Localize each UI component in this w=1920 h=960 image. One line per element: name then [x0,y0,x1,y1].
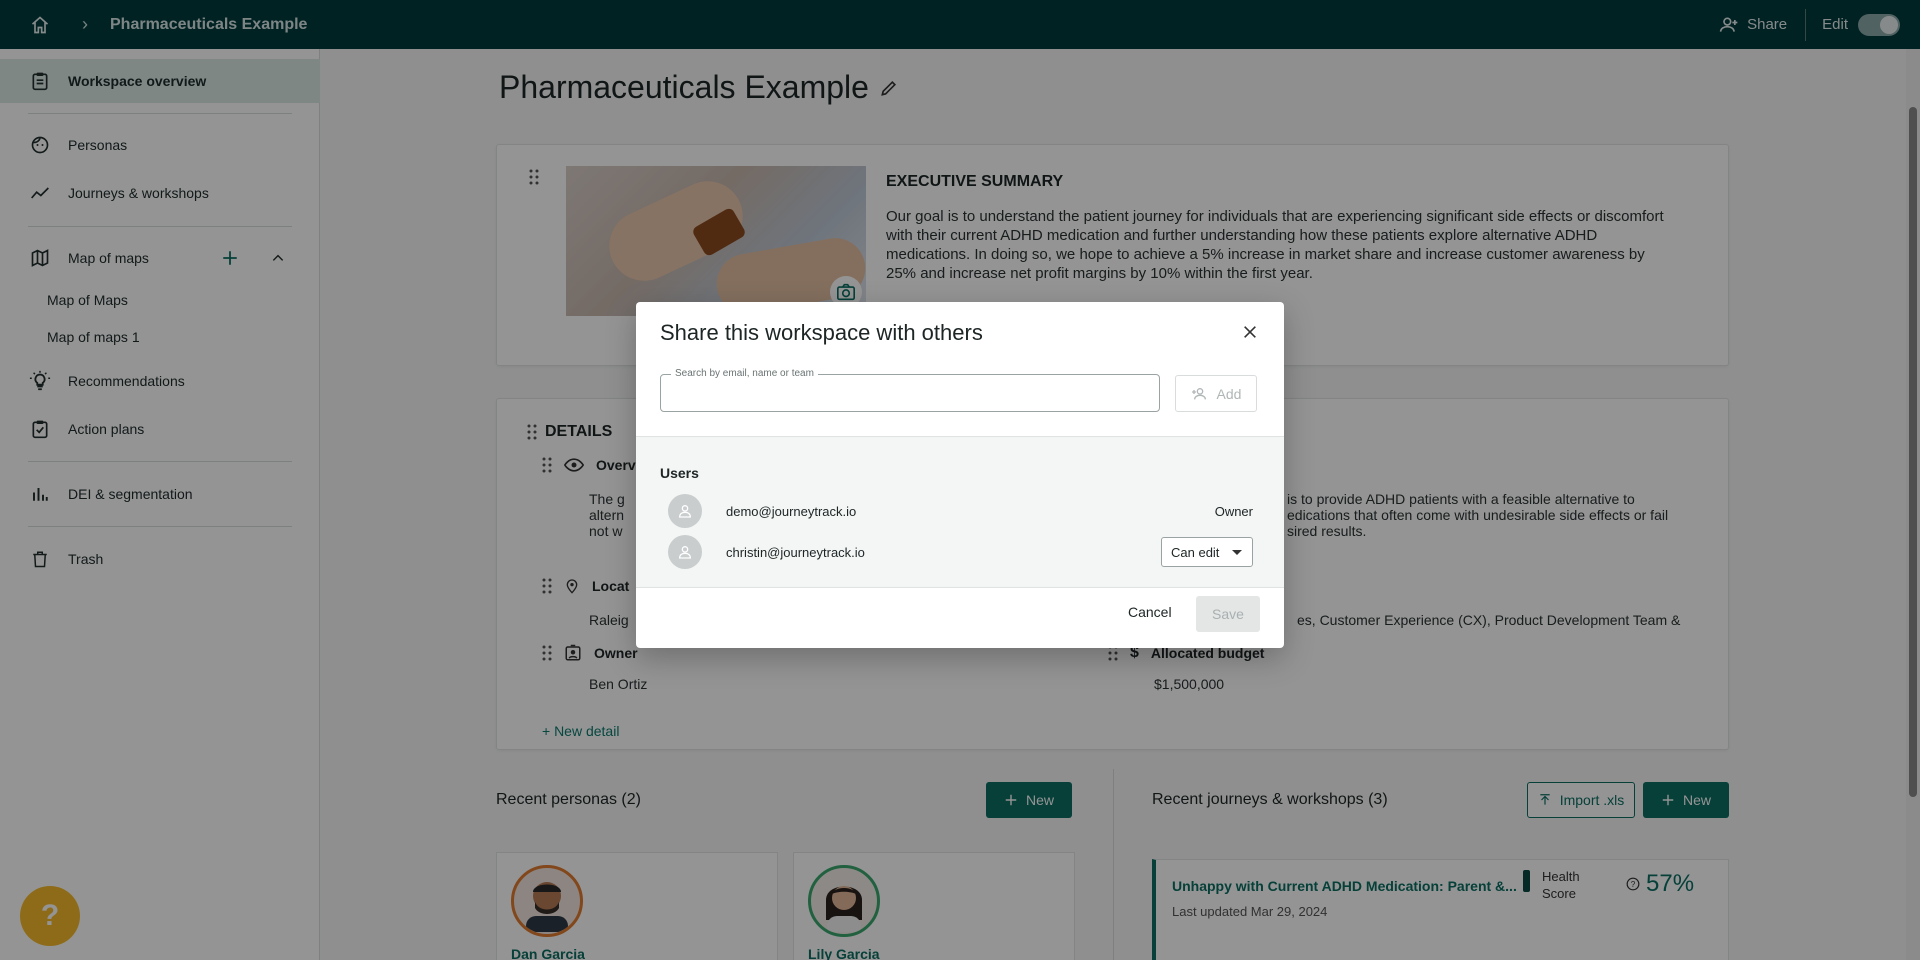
user-email: demo@journeytrack.io [726,503,857,519]
chevron-down-icon [1232,550,1242,555]
search-field: Search by email, name or team [660,368,1160,412]
cancel-button[interactable]: Cancel [1128,604,1172,620]
user-email: christin@journeytrack.io [726,544,865,560]
role-select-value: Can edit [1171,544,1220,560]
user-row: demo@journeytrack.io Owner [668,494,1268,528]
avatar [668,535,702,569]
user-row: christin@journeytrack.io Can edit [668,535,1268,569]
add-button[interactable]: Add [1175,375,1257,412]
search-input[interactable] [661,375,1159,411]
users-heading: Users [660,465,699,481]
avatar [668,494,702,528]
save-button[interactable]: Save [1196,596,1260,632]
person-icon [678,505,692,518]
share-dialog: Share this workspace with others Search … [636,302,1284,648]
role-select[interactable]: Can edit [1161,537,1253,567]
user-role: Owner [1214,503,1253,519]
search-field-label: Search by email, name or team [671,368,818,379]
person-icon [678,546,692,559]
close-icon[interactable] [1240,322,1260,342]
dialog-title: Share this workspace with others [660,320,983,345]
add-label: Add [1216,385,1242,402]
users-section: Users demo@journeytrack.io Owner christi… [636,436,1284,588]
person-add-icon [1191,387,1206,399]
